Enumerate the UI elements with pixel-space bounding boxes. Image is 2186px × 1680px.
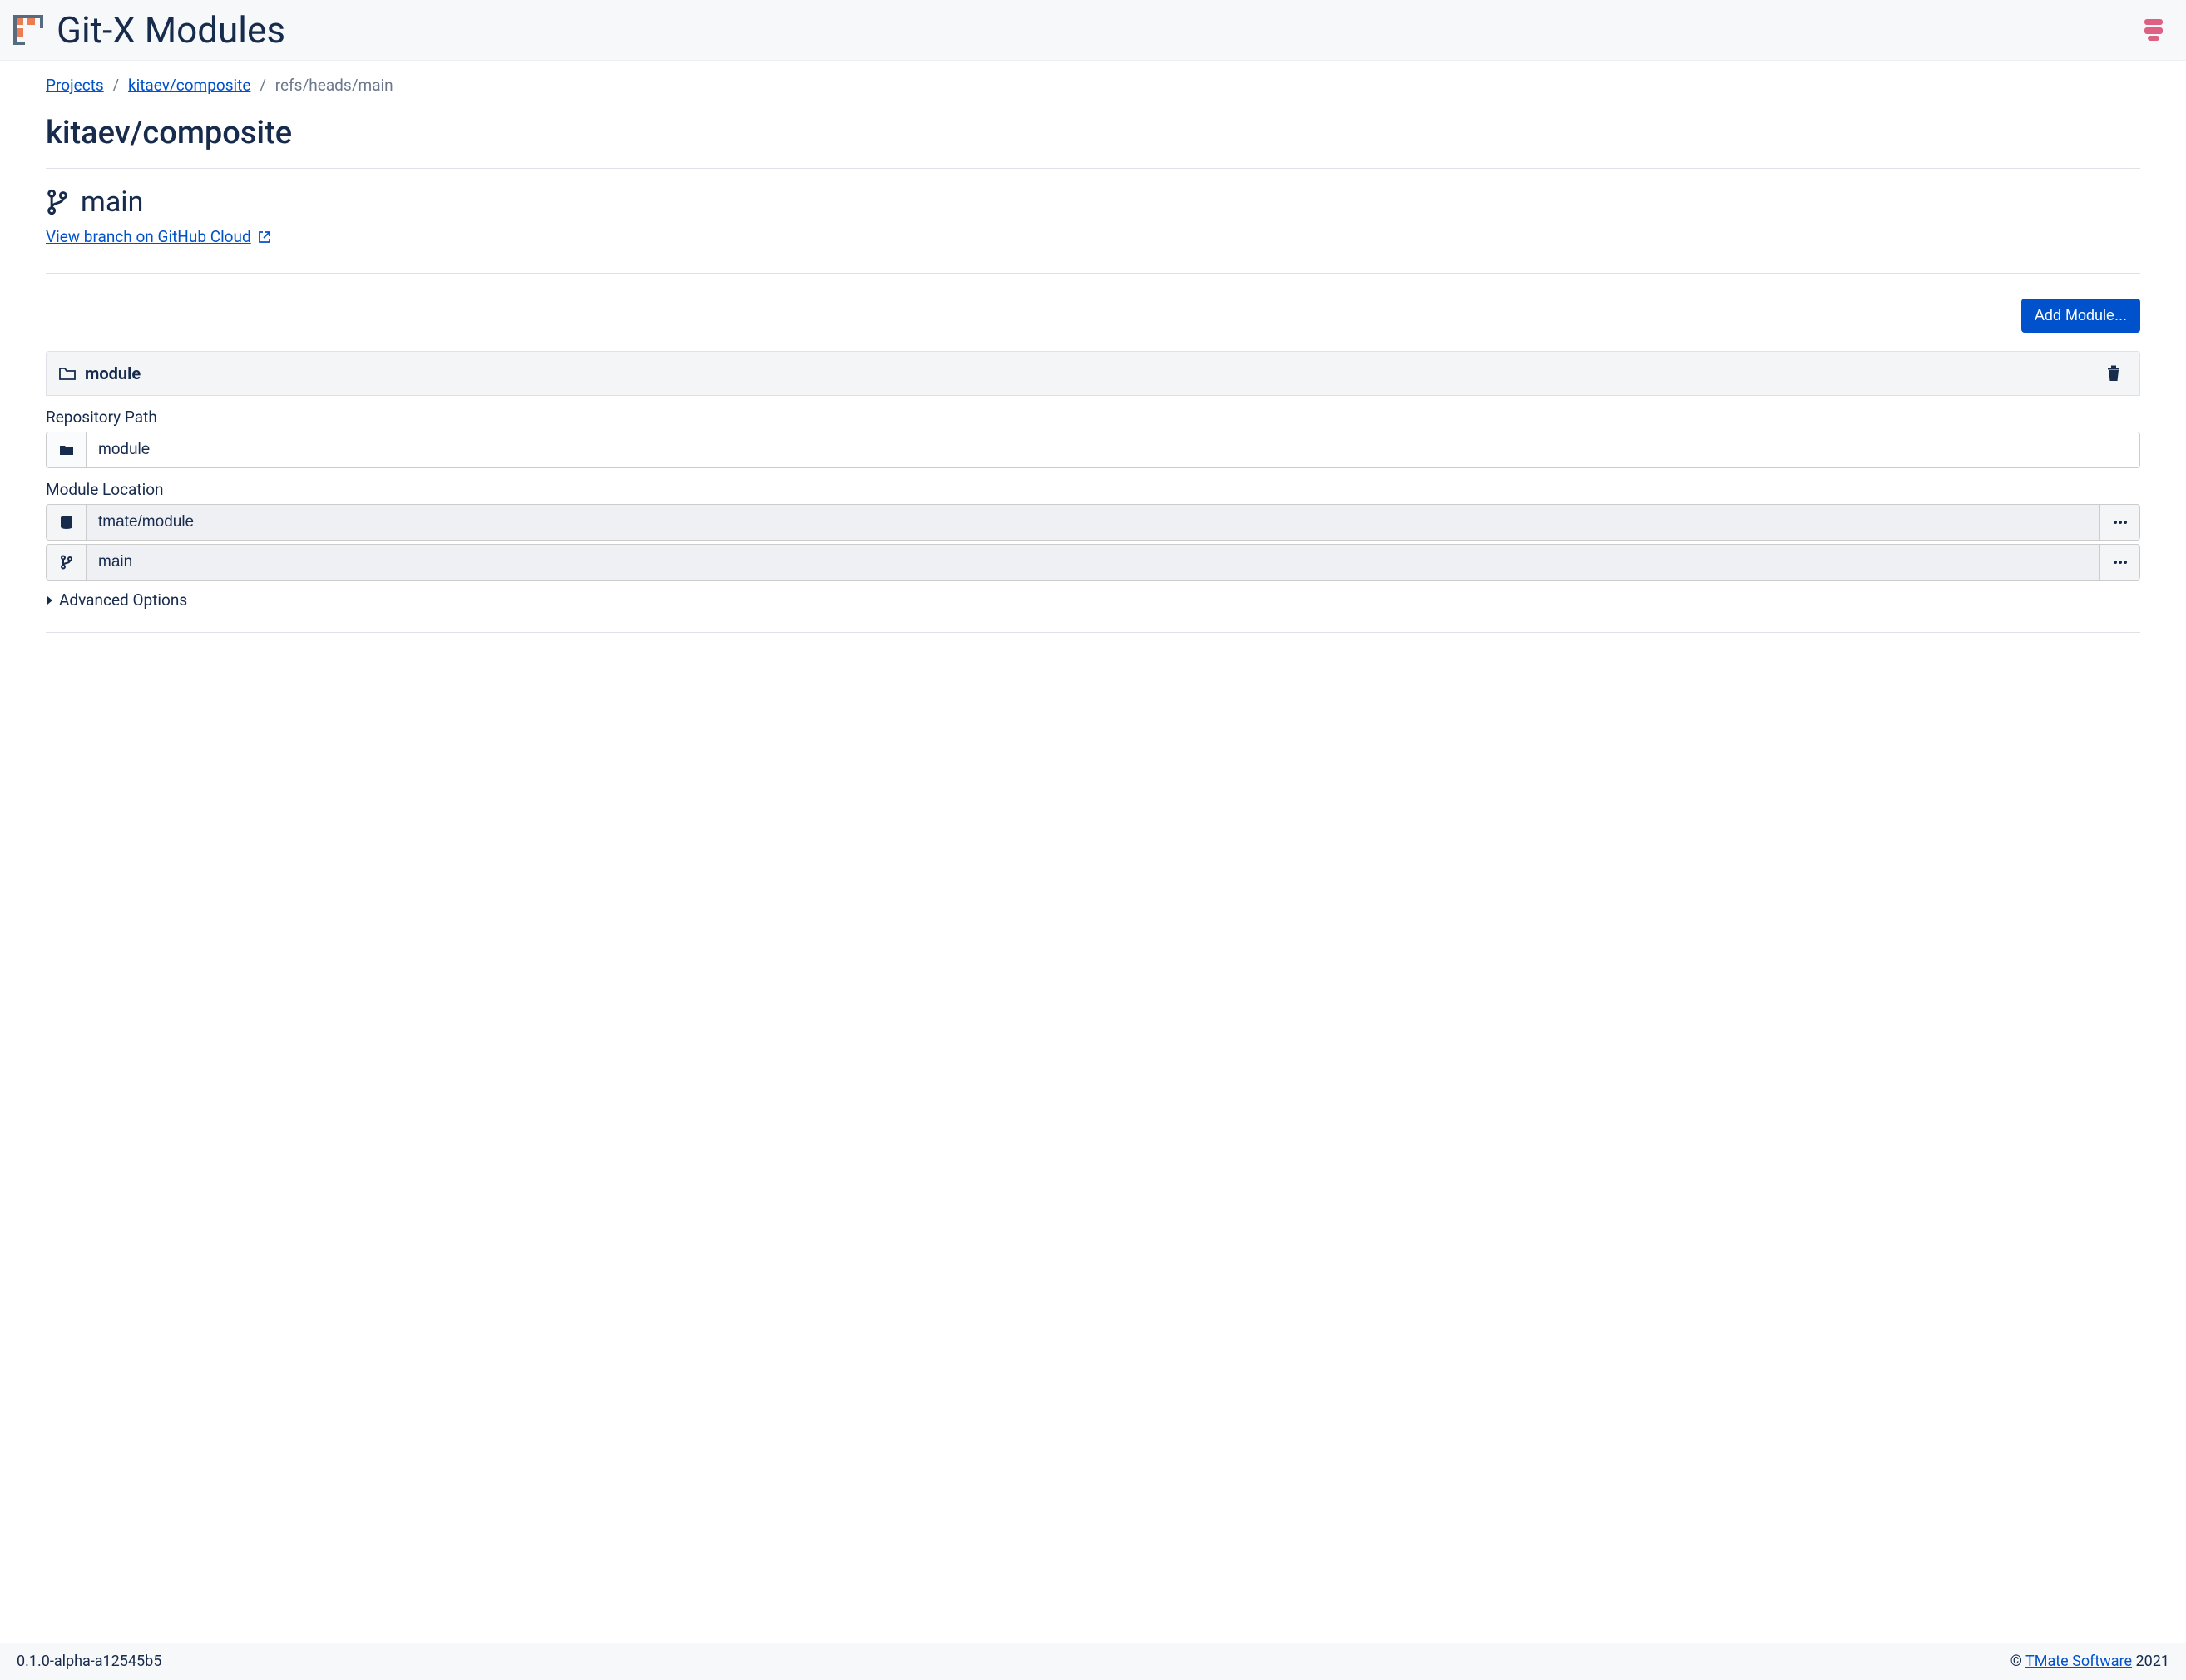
repository-path-row xyxy=(46,432,2140,468)
module-header: module xyxy=(46,351,2140,396)
breadcrumb-link-projects[interactable]: Projects xyxy=(46,76,104,95)
folder-outline-icon xyxy=(58,365,77,382)
database-prefix xyxy=(46,504,86,541)
branch-prefix xyxy=(46,544,86,581)
folder-prefix xyxy=(46,432,86,468)
copyright: © TMate Software 2021 xyxy=(2010,1653,2169,1670)
view-branch-label: View branch on GitHub Cloud xyxy=(46,227,251,246)
breadcrumb-link-repo[interactable]: kitaev/composite xyxy=(128,76,250,95)
external-link-icon xyxy=(258,230,271,244)
module-location-branch-input[interactable] xyxy=(86,544,2100,581)
module-name: module xyxy=(85,363,141,383)
page-title: kitaev/composite xyxy=(46,115,2140,151)
version-label: 0.1.0-alpha-a12545b5 xyxy=(17,1653,161,1670)
advanced-options-toggle[interactable]: Advanced Options xyxy=(46,590,187,610)
triangle-right-icon xyxy=(46,595,54,605)
trash-icon xyxy=(2106,365,2121,382)
app-logo-icon xyxy=(12,13,45,47)
git-branch-icon xyxy=(46,189,69,215)
module-location-label: Module Location xyxy=(46,480,2140,499)
module-location-branch-picker[interactable] xyxy=(2100,544,2140,581)
ellipsis-icon xyxy=(2112,520,2129,525)
module-location-repo-picker[interactable] xyxy=(2100,504,2140,541)
main-content: Projects / kitaev/composite / refs/heads… xyxy=(0,61,2186,1643)
company-link[interactable]: TMate Software xyxy=(2025,1653,2132,1670)
add-module-button[interactable]: Add Module... xyxy=(2021,299,2140,333)
divider xyxy=(46,168,2140,169)
repository-path-input[interactable] xyxy=(86,432,2140,468)
breadcrumb-separator: / xyxy=(260,76,266,95)
branch-heading: main xyxy=(46,185,2140,219)
app-title: Git-X Modules xyxy=(57,8,285,52)
avatar-icon xyxy=(2138,14,2169,46)
breadcrumb: Projects / kitaev/composite / refs/heads… xyxy=(46,76,2140,95)
module-card: module Repository Path Module Location xyxy=(46,351,2140,633)
delete-module-button[interactable] xyxy=(2106,365,2121,382)
git-branch-icon xyxy=(60,555,73,570)
breadcrumb-current: refs/heads/main xyxy=(275,76,393,95)
folder-solid-icon xyxy=(59,443,74,457)
divider xyxy=(46,273,2140,274)
module-location-repo-row xyxy=(46,504,2140,541)
brand[interactable]: Git-X Modules xyxy=(12,8,285,52)
actions-row: Add Module... xyxy=(46,299,2140,333)
view-branch-link[interactable]: View branch on GitHub Cloud xyxy=(46,227,271,246)
module-location-branch-row xyxy=(46,544,2140,581)
database-icon xyxy=(59,515,74,530)
divider xyxy=(46,632,2140,633)
footer: 0.1.0-alpha-a12545b5 © TMate Software 20… xyxy=(0,1643,2186,1680)
ellipsis-icon xyxy=(2112,560,2129,565)
breadcrumb-separator: / xyxy=(112,76,119,95)
advanced-options-label: Advanced Options xyxy=(59,590,187,610)
user-avatar[interactable] xyxy=(2138,14,2169,46)
module-location-repo-input[interactable] xyxy=(86,504,2100,541)
branch-name: main xyxy=(81,185,143,219)
top-bar: Git-X Modules xyxy=(0,0,2186,61)
repository-path-label: Repository Path xyxy=(46,408,2140,427)
